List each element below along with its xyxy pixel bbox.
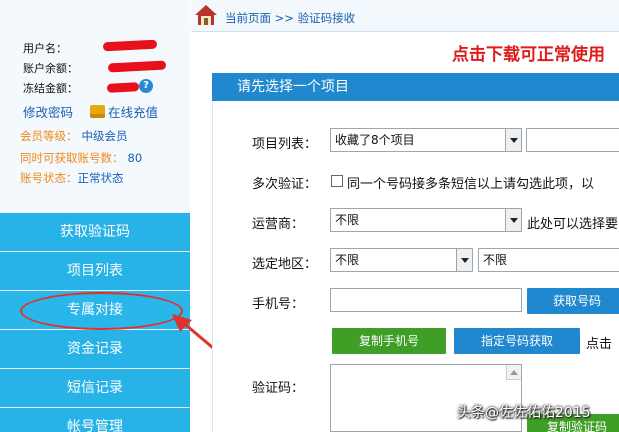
multi-verify-label: 多次验证： xyxy=(252,177,318,192)
project-list-label: 项目列表： xyxy=(252,137,318,152)
help-icon[interactable]: ? xyxy=(139,79,153,93)
operator-select[interactable]: 不限 xyxy=(330,208,522,232)
accounts-count-value: 80 xyxy=(127,151,143,165)
account-links: 修改密码 在线充值 xyxy=(23,102,158,121)
project-select[interactable]: 收藏了8个项目 xyxy=(330,128,522,152)
change-password-link[interactable]: 修改密码 xyxy=(23,105,73,120)
frozen-redaction xyxy=(106,82,140,93)
member-level-value: 中级会员 xyxy=(81,129,128,143)
multi-verify-checkbox[interactable] xyxy=(331,175,343,187)
balance-label: 账户余额： xyxy=(23,62,78,75)
member-level-label: 会员等级： xyxy=(20,129,78,143)
operator-select-value: 不限 xyxy=(335,213,360,227)
chevron-down-icon xyxy=(456,249,472,271)
phone-input[interactable] xyxy=(330,288,522,312)
recharge-icon xyxy=(90,105,105,118)
sidebar-item-account-manage[interactable]: 帐号管理 xyxy=(0,408,190,432)
account-status-value: 正常状态 xyxy=(77,171,124,185)
sidebar-item-dedicated[interactable]: 专属对接 xyxy=(0,291,190,329)
click-hint: 点击 xyxy=(586,337,613,352)
download-notice[interactable]: 点击下载可正常使用 xyxy=(452,40,605,65)
home-icon[interactable] xyxy=(194,4,218,26)
breadcrumb: 当前页面 >> 验证码接收 xyxy=(225,11,356,25)
operator-label: 运营商： xyxy=(252,217,305,232)
region-province-value: 不限 xyxy=(335,253,360,267)
account-status-label: 账号状态： xyxy=(20,171,78,185)
sidebar-item-funds[interactable]: 资金记录 xyxy=(0,330,190,368)
sidebar-item-sms-records[interactable]: 短信记录 xyxy=(0,369,190,407)
username-label: 用户名： xyxy=(23,42,67,55)
sidebar-nav: 获取验证码 项目列表 专属对接 资金记录 短信记录 帐号管理 xyxy=(0,213,190,432)
get-number-button[interactable]: 获取号码 xyxy=(527,288,619,314)
sidebar-item-project-list[interactable]: 项目列表 xyxy=(0,252,190,290)
online-recharge-link[interactable]: 在线充值 xyxy=(90,102,158,121)
region-province-select[interactable]: 不限 xyxy=(330,248,473,272)
member-level: 会员等级： 中级会员 xyxy=(20,128,128,144)
phone-label: 手机号： xyxy=(252,297,305,312)
frozen-label: 冻结金额： xyxy=(23,82,78,95)
panel-title: 请先选择一个项目 xyxy=(212,73,619,101)
operator-hint: 此处可以选择要 xyxy=(527,217,619,232)
scroll-up-icon[interactable] xyxy=(506,365,521,380)
sidebar-item-get-code[interactable]: 获取验证码 xyxy=(0,213,190,251)
top-bar: 当前页面 >> 验证码接收 xyxy=(191,0,619,32)
specify-number-button[interactable]: 指定号码获取 xyxy=(454,328,580,354)
region-city-value: 不限 xyxy=(483,253,508,267)
multi-verify-text: 同一个号码接多条短信以上请勾选此项，以 xyxy=(347,177,595,192)
username-redaction xyxy=(102,39,158,52)
watermark: 头条@佐佐佑佑2015 xyxy=(457,405,591,421)
accounts-count-label: 同时可获取账号数： xyxy=(20,151,124,165)
region-label: 选定地区： xyxy=(252,257,318,272)
account-info: 用户名： 账户余额： 冻结金额： ? 修改密码 在线充值 会员等级： 中级会员 同… xyxy=(0,0,190,212)
account-status: 账号状态：正常状态 xyxy=(20,170,124,186)
copy-phone-button[interactable]: 复制手机号 xyxy=(332,328,446,354)
online-recharge-label: 在线充值 xyxy=(108,105,159,120)
left-sidebar: 用户名： 账户余额： 冻结金额： ? 修改密码 在线充值 会员等级： 中级会员 同… xyxy=(0,0,190,432)
chevron-down-icon xyxy=(505,209,521,231)
accounts-count: 同时可获取账号数： 80 xyxy=(20,150,142,166)
project-select-value: 收藏了8个项目 xyxy=(335,133,415,147)
code-label: 验证码： xyxy=(252,381,305,396)
project-search-input[interactable] xyxy=(526,128,619,152)
balance-redaction xyxy=(107,60,167,73)
region-city-select[interactable]: 不限 xyxy=(478,248,619,272)
chevron-down-icon xyxy=(505,129,521,151)
